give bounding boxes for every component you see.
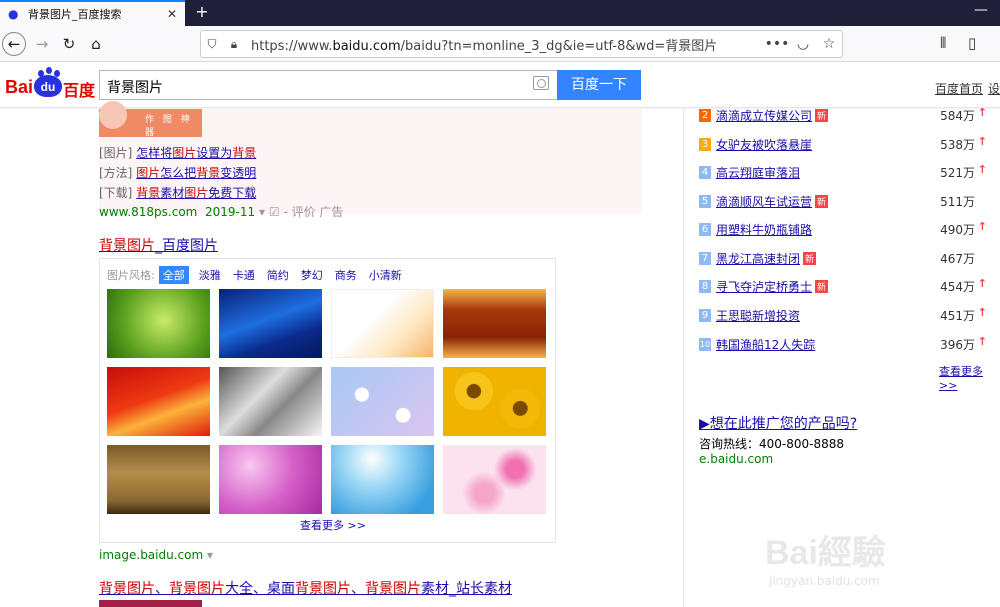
settings-link[interactable]: 设 (988, 80, 1000, 97)
baidu-jingyan-watermark: Bai經驗 jingyan.baidu.com (765, 534, 886, 588)
hot-list-item[interactable]: 5 滴滴顺风车试运营新 511万 (699, 193, 999, 211)
hot-list-item[interactable]: 7 黑龙江高速封闭新 467万 (699, 250, 999, 268)
image-source: image.baidu.com ▾ (99, 548, 214, 562)
verify-icon[interactable]: ☑ (269, 205, 280, 219)
trend-up-icon: ↑ (977, 106, 987, 119)
hot-list-item[interactable]: 6 用塑料牛奶瓶铺路 490万 ↑ (699, 220, 999, 239)
hot-list-item[interactable]: 2 滴滴成立传媒公司新 584万 ↑ (699, 106, 999, 125)
chevron-down-icon[interactable]: ▾ (207, 548, 213, 562)
style-option[interactable]: 卡通 (233, 267, 255, 283)
thumbnail-image[interactable] (331, 445, 434, 514)
ad-sublink: [图片] 怎样将图片设置为背景 (99, 146, 257, 160)
hot-list-item[interactable]: 9 王思聪新增投资 451万 ↑ (699, 306, 999, 325)
lock-icon[interactable]: 🔒︎ (223, 37, 245, 52)
home-icon[interactable]: ⌂ (84, 32, 108, 56)
url-text[interactable]: https://www.baidu.com/baidu?tn=monline_3… (245, 35, 764, 54)
result-title[interactable]: 背景图片、背景图片大全、桌面背景图片、背景图片素材_站长素材 (99, 578, 512, 598)
library-icon[interactable]: ⫴ (940, 34, 946, 52)
image-result-card: 图片风格: 全部 淡雅 卡通 简约 梦幻 商务 小清新 查看更多 >> (99, 258, 556, 543)
hot-list-item[interactable]: 10 韩国渔船12人失踪 396万 ↑ (699, 335, 999, 354)
ad-sublink: [下载] 背景素材图片免费下载 (99, 186, 257, 200)
address-bar[interactable]: ⛉ 🔒︎ https://www.baidu.com/baidu?tn=monl… (200, 30, 843, 58)
thumbnail-image[interactable] (331, 367, 434, 436)
thumbnail-image[interactable] (331, 289, 434, 358)
thumbnail-image[interactable] (107, 367, 210, 436)
thumbnail-image[interactable] (443, 367, 546, 436)
trend-up-icon: ↑ (977, 277, 987, 290)
thumbnail-image[interactable] (219, 289, 322, 358)
thumbnail-image[interactable] (219, 367, 322, 436)
thumbnail-image[interactable] (107, 289, 210, 358)
close-icon[interactable]: ✕ (165, 7, 179, 21)
pocket-icon[interactable]: ◡ (790, 36, 816, 52)
browser-tab[interactable]: ● 背景图片_百度搜索 ✕ (0, 0, 185, 26)
navigation-bar: ← → ↻ ⌂ ⛉ 🔒︎ https://www.baidu.com/baidu… (0, 26, 1000, 62)
minimize-icon[interactable]: — (974, 2, 988, 18)
home-link[interactable]: 百度首页 (935, 80, 983, 97)
chevron-down-icon[interactable]: ▾ (259, 205, 265, 219)
trend-up-icon: ↑ (977, 163, 987, 176)
style-filter: 图片风格: 全部 淡雅 卡通 简约 梦幻 商务 小清新 (107, 266, 414, 284)
page-actions-icon[interactable]: ••• (764, 36, 790, 52)
shield-icon[interactable]: ⛉ (201, 37, 223, 52)
hot-list-item[interactable]: 3 女驴友被吹落悬崖 538万 ↑ (699, 135, 999, 154)
style-option[interactable]: 全部 (158, 266, 189, 284)
promo-link[interactable]: ▶想在此推广您的产品吗? (699, 413, 857, 433)
hot-list-more-link[interactable]: 查看更多>> (939, 363, 1000, 392)
tab-bar: ● 背景图片_百度搜索 ✕ + — (0, 0, 1000, 26)
more-images-link[interactable]: 查看更多 >> (300, 517, 366, 533)
style-option[interactable]: 淡雅 (199, 267, 221, 283)
thumbnail-image[interactable] (107, 445, 210, 514)
camera-icon[interactable] (533, 76, 549, 90)
trend-up-icon: ↑ (977, 335, 987, 348)
trend-up-icon: ↑ (977, 135, 987, 148)
baidu-logo[interactable]: Bai du 百度 (5, 67, 95, 101)
thumbnail-image[interactable] (219, 445, 322, 514)
baidu-paw-icon: ● (8, 7, 19, 21)
sidebar-icon[interactable]: ▯ (968, 34, 976, 52)
hot-list-item[interactable]: 8 寻飞夺泸定桥勇士新 454万 ↑ (699, 277, 999, 296)
thumbnail-image[interactable] (443, 445, 546, 514)
ad-sublink: [方法] 图片怎么把背景变透明 (99, 166, 257, 180)
search-input[interactable]: 背景图片 (99, 70, 557, 100)
hot-list-item[interactable]: 4 高云翔庭审落泪 521万 ↑ (699, 163, 999, 182)
new-tab-button[interactable]: + (192, 0, 212, 26)
style-option[interactable]: 小清新 (369, 267, 402, 283)
bookmark-star-icon[interactable]: ☆ (816, 36, 842, 52)
ad-source: www.818ps.com 2019-11 ▾ ☑ - 评价 广告 (99, 205, 344, 219)
back-button[interactable]: ← (2, 32, 26, 56)
style-option[interactable]: 商务 (335, 267, 357, 283)
result-thumbnail[interactable] (99, 600, 202, 607)
trend-up-icon: ↑ (977, 306, 987, 319)
image-result-title[interactable]: 背景图片_百度图片 (99, 235, 218, 255)
promo-site[interactable]: e.baidu.com (699, 452, 773, 466)
search-button[interactable]: 百度一下 (557, 70, 641, 100)
search-query[interactable]: 背景图片 (107, 77, 163, 97)
baidu-header: Bai du 百度 背景图片 百度一下 百度首页 设 (0, 62, 1000, 108)
ad-image[interactable]: 作 图 神 器 (99, 101, 202, 138)
tab-title: 背景图片_百度搜索 (28, 8, 122, 21)
trend-up-icon: ↑ (977, 220, 987, 233)
style-option[interactable]: 梦幻 (301, 267, 323, 283)
forward-button[interactable]: → (30, 32, 54, 56)
reload-button[interactable]: ↻ (57, 32, 81, 56)
promo-phone: 咨询热线：400-800-8888 (699, 437, 845, 451)
style-option[interactable]: 简约 (267, 267, 289, 283)
thumbnail-image[interactable] (443, 289, 546, 358)
